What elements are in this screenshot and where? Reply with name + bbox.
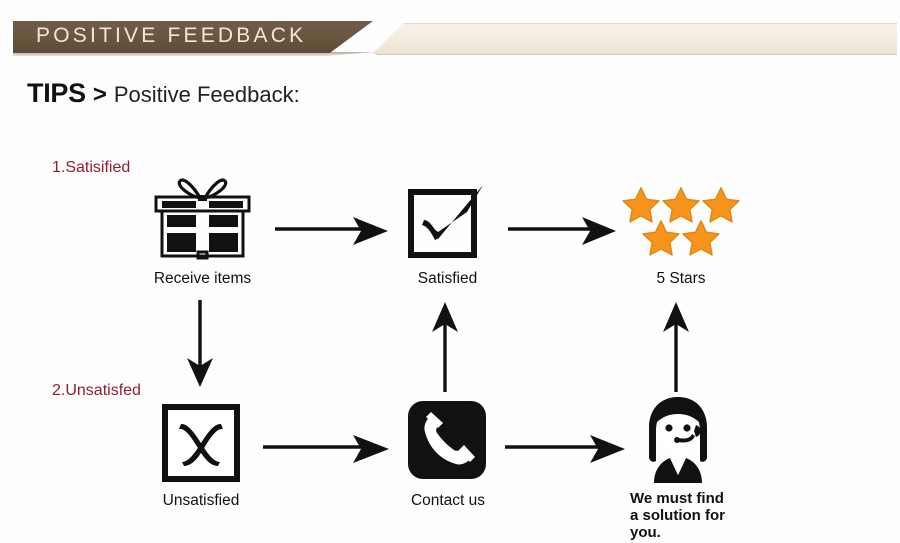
banner-title: POSITIVE FEEDBACK <box>36 24 307 47</box>
x-box-icon <box>160 402 242 484</box>
arrow-receive-to-satisfied <box>275 210 390 250</box>
telephone-icon <box>407 400 487 480</box>
arrow-contact-to-agent <box>505 428 627 468</box>
arrow-receive-to-unsatisfied <box>178 300 222 388</box>
page-title: TIPS > Positive Feedback: <box>27 78 300 109</box>
arrow-contact-to-satisfied <box>424 300 466 392</box>
tips-keyword: TIPS <box>27 78 86 108</box>
caption-unsatisfied: Unsatisfied <box>162 492 240 509</box>
caption-receive-items: Receive items <box>153 270 252 287</box>
arrow-unsatisfied-to-contact <box>263 428 391 468</box>
caption-agent: We must find a solution for you. <box>630 490 750 541</box>
step-label-unsatisfied: 2.Unsatisfed <box>52 382 141 399</box>
banner: POSITIVE FEEDBACK <box>0 21 900 59</box>
caption-five-stars: 5 Stars <box>656 270 706 287</box>
caption-satisfied: Satisfied <box>417 270 478 287</box>
caption-agent-line2: a solution for <box>630 507 725 524</box>
check-box-icon <box>405 180 490 262</box>
caption-agent-line3: you. <box>630 524 661 541</box>
five-stars-icon <box>622 186 740 258</box>
support-agent-icon <box>632 395 724 483</box>
tips-separator: > <box>92 81 107 108</box>
banner-light-strip <box>372 23 897 54</box>
caption-contact-us: Contact us <box>410 492 486 509</box>
arrow-agent-to-stars <box>655 300 697 392</box>
gift-box-icon <box>150 178 255 263</box>
tips-subtitle: Positive Feedback: <box>113 82 300 107</box>
caption-agent-line1: We must find <box>630 490 724 507</box>
arrow-satisfied-to-stars <box>508 210 618 250</box>
slide-canvas: POSITIVE FEEDBACK TIPS > Positive Feedba… <box>0 0 900 543</box>
step-label-satisfied: 1.Satisified <box>52 159 131 176</box>
